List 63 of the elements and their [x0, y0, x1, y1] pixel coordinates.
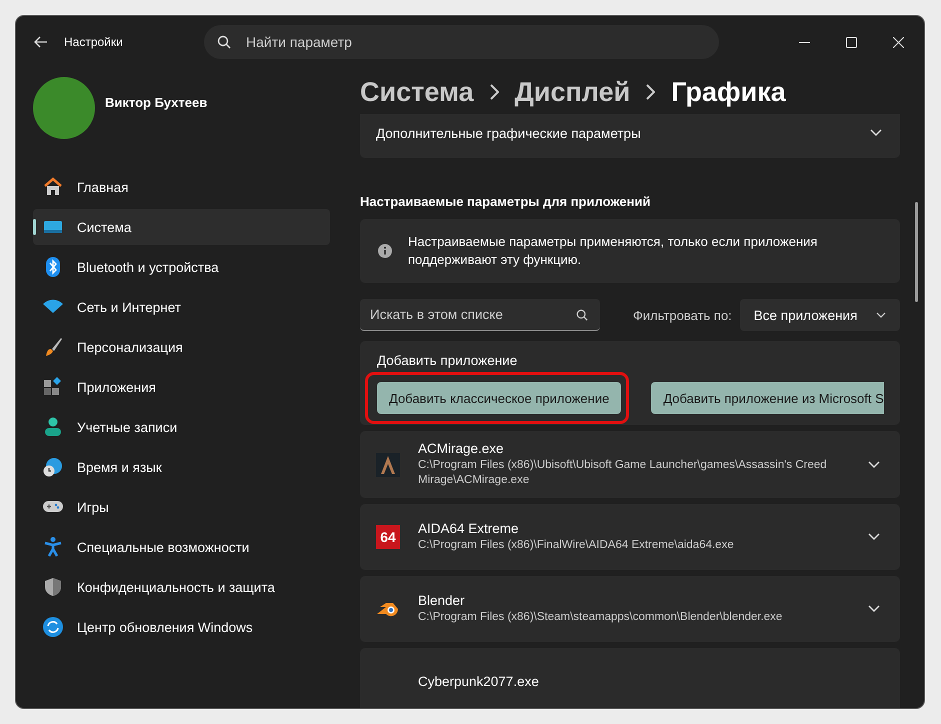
- app-row[interactable]: ACMirage.exe C:\Program Files (x86)\Ubisoft\Ubisoft Game Launcher\games\Assassin's Creed Mirage\ACMirage.exe: [360, 431, 900, 498]
- app-name: Blender: [418, 593, 466, 608]
- app-path: C:\Program Files (x86)\FinalWire\AIDA64 Extreme\aida64.exe: [418, 538, 735, 553]
- back-arrow-icon[interactable]: [34, 36, 48, 48]
- app-path: C:\Program Files (x86)\Ubisoft\Ubisoft Game Launcher\games\Assassin's Creed Mirage\ACMirage.exe: [418, 458, 828, 488]
- close-icon[interactable]: [893, 36, 904, 48]
- house-icon: [43, 177, 63, 197]
- window-title: Настройки: [64, 35, 124, 49]
- breadcrumb-item[interactable]: Система: [360, 76, 474, 108]
- app-path: C:\Program Files (x86)\Steam\steamapps\common\Blender\blender.exe: [418, 610, 784, 625]
- advanced-graphics-row[interactable]: Дополнительные графические параметры: [360, 114, 900, 158]
- brush-icon: [43, 337, 63, 357]
- search-icon: [576, 309, 588, 321]
- app-name: ACMirage.exe: [418, 441, 505, 456]
- sidebar-item[interactable]: Время и язык: [33, 449, 330, 485]
- chevron-down-icon[interactable]: [868, 605, 880, 613]
- list-search-field[interactable]: Искать в этом списке: [360, 299, 600, 331]
- scrollbar-thumb[interactable]: [915, 202, 918, 302]
- app-row[interactable]: 64 AIDA64 Extreme C:\Program Files (x86)\FinalWire\AIDA64 Extreme\aida64.exe: [360, 504, 900, 570]
- filter-label: Фильтровать по:: [632, 308, 732, 322]
- chevron-down-icon: [870, 129, 882, 137]
- sidebar-item[interactable]: Специальные возможности: [33, 529, 330, 565]
- search-icon: [217, 35, 231, 49]
- chevron-right-icon: [490, 84, 499, 100]
- section-title: Настраиваемые параметры для приложений: [360, 194, 652, 209]
- add-app-title: Добавить приложение: [377, 353, 518, 368]
- sidebar-item[interactable]: Конфиденциальность и защита: [33, 569, 330, 605]
- sidebar-item[interactable]: Главная: [33, 169, 330, 205]
- apps-icon: [43, 377, 63, 397]
- add-app-button[interactable]: Добавить приложение из Microsoft S: [651, 382, 884, 414]
- breadcrumb-item: Графика: [671, 76, 786, 108]
- bluetooth-icon: [43, 257, 63, 277]
- game-logo-icon: [376, 452, 400, 476]
- sidebar-item[interactable]: Bluetooth и устройства: [33, 249, 330, 285]
- sidebar-item[interactable]: Система: [33, 209, 330, 245]
- maximize-icon[interactable]: [846, 36, 857, 48]
- chevron-down-icon[interactable]: [868, 533, 880, 541]
- filter-dropdown[interactable]: Все приложения: [740, 299, 900, 331]
- app-row[interactable]: Blender C:\Program Files (x86)\Steam\steamapps\common\Blender\blender.exe: [360, 576, 900, 642]
- app-name: Cyberpunk2077.exe: [418, 674, 540, 688]
- app-logo: 64: [376, 525, 400, 549]
- sidebar-item[interactable]: Центр обновления Windows: [33, 609, 330, 645]
- app-row[interactable]: Cyberpunk2077.exe: [360, 648, 900, 708]
- person-icon: [43, 417, 63, 437]
- breadcrumb-item[interactable]: Дисплей: [514, 76, 630, 108]
- app-name: AIDA64 Extreme: [418, 521, 520, 536]
- sidebar-item[interactable]: Игры: [33, 489, 330, 525]
- accessibility-icon: [43, 537, 63, 557]
- chevron-down-icon: [876, 312, 886, 318]
- globe-clock-icon: [43, 457, 63, 477]
- search-field[interactable]: Найти параметр: [204, 25, 719, 59]
- update-icon: [43, 617, 63, 637]
- sidebar-item[interactable]: Приложения: [33, 369, 330, 405]
- user-name: Виктор Бухтеев: [105, 94, 208, 110]
- info-icon: [378, 244, 392, 258]
- sidebar-item[interactable]: Персонализация: [33, 329, 330, 365]
- chevron-right-icon: [646, 84, 656, 100]
- add-app-button[interactable]: Добавить классическое приложение: [377, 382, 622, 414]
- sidebar-item[interactable]: Сеть и Интернет: [33, 289, 330, 325]
- shield-icon: [43, 577, 63, 597]
- sidebar-item[interactable]: Учетные записи: [33, 409, 330, 445]
- chevron-down-icon[interactable]: [868, 460, 880, 468]
- info-text: Настраиваемые параметры применяются, только если приложения поддерживают эту функцию.: [408, 233, 818, 269]
